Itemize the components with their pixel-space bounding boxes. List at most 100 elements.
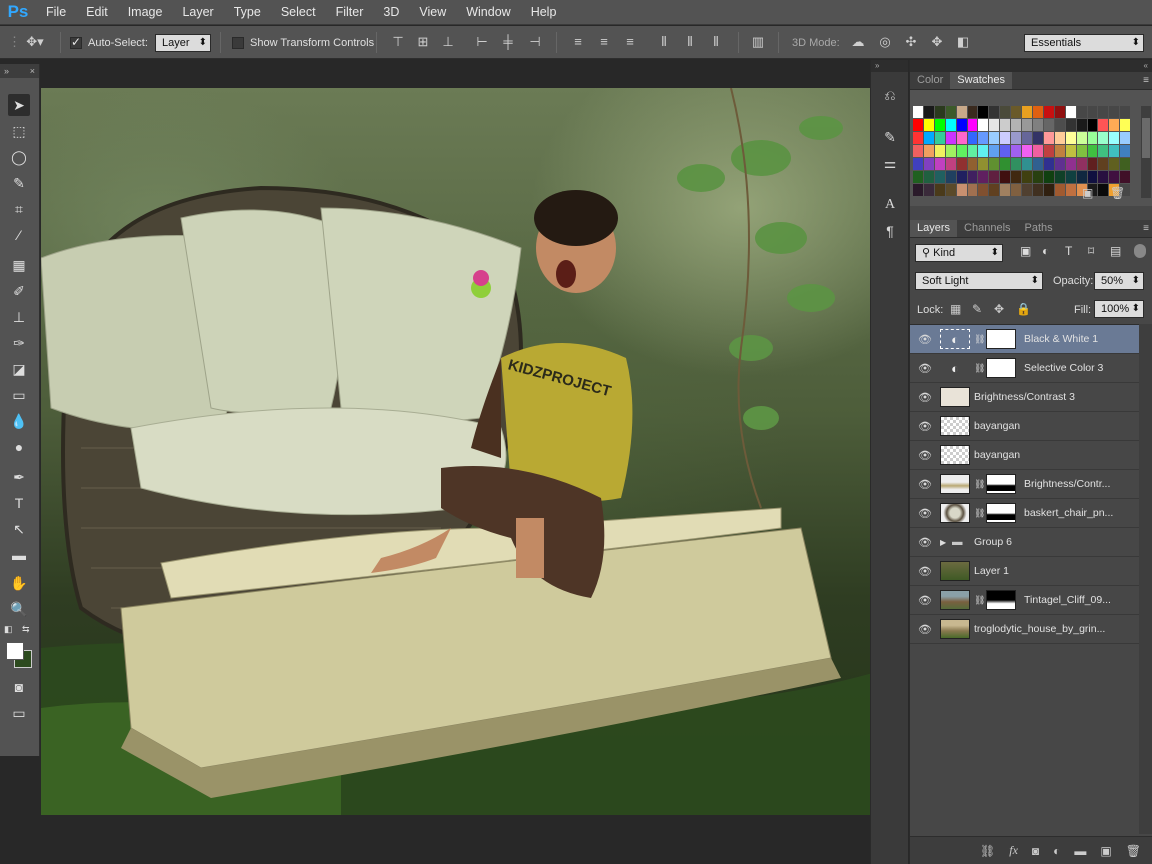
- swatch[interactable]: [967, 184, 978, 196]
- swatch[interactable]: [1011, 119, 1022, 131]
- swatch[interactable]: [956, 145, 967, 157]
- layer-mask-thumbnail[interactable]: [986, 358, 1016, 378]
- workspace-dropdown[interactable]: Essentials: [1024, 33, 1144, 52]
- swatch[interactable]: [1032, 171, 1043, 183]
- new-group-icon[interactable]: ▬: [1074, 844, 1086, 858]
- brush-presets-icon[interactable]: ✎: [878, 126, 902, 148]
- layer-row[interactable]: 👁 ⛓ Tintagel_Cliff_09...: [910, 586, 1139, 615]
- new-layer-icon[interactable]: ▣: [1100, 844, 1111, 858]
- distribute-hcenter-icon[interactable]: ⦀: [682, 34, 698, 50]
- tab-layers[interactable]: Layers: [910, 220, 958, 237]
- visibility-eye-icon[interactable]: 👁: [910, 478, 940, 491]
- layer-name[interactable]: Layer 1: [974, 565, 1009, 577]
- swatch[interactable]: [934, 158, 945, 170]
- swatch[interactable]: [1043, 145, 1054, 157]
- zoom-tool-icon[interactable]: 🔍: [8, 598, 30, 620]
- swatch[interactable]: [913, 106, 923, 118]
- swatch[interactable]: [1043, 184, 1054, 196]
- history-panel-icon[interactable]: ⎌: [878, 84, 902, 106]
- auto-select-checkbox[interactable]: [70, 35, 82, 49]
- swatch[interactable]: [989, 184, 1000, 196]
- blend-mode-dropdown[interactable]: Soft Light: [915, 272, 1043, 290]
- swatch[interactable]: [1120, 145, 1131, 157]
- menu-image[interactable]: Image: [118, 0, 173, 25]
- tab-swatches[interactable]: Swatches: [950, 72, 1012, 89]
- swatch[interactable]: [1065, 119, 1076, 131]
- add-mask-icon[interactable]: ◙: [1032, 844, 1039, 858]
- distribute-right-icon[interactable]: ⦀: [708, 34, 724, 50]
- visibility-eye-icon[interactable]: 👁: [910, 391, 940, 404]
- swatch[interactable]: [1065, 106, 1076, 118]
- swatch[interactable]: [1076, 145, 1087, 157]
- swatch[interactable]: [1109, 106, 1120, 118]
- swatch[interactable]: [956, 119, 967, 131]
- lock-transparency-icon[interactable]: ▦: [950, 302, 961, 316]
- swatch[interactable]: [956, 132, 967, 144]
- auto-align-icon[interactable]: ▥: [750, 34, 766, 50]
- default-colors-icon[interactable]: ◧: [4, 624, 13, 635]
- mask-link-icon[interactable]: ⛓: [974, 595, 985, 606]
- crop-tool-icon[interactable]: ⌗: [8, 198, 30, 220]
- swatch[interactable]: [913, 119, 923, 131]
- mask-link-icon[interactable]: ⛓: [974, 334, 985, 345]
- 3d-slide-icon[interactable]: ✥: [929, 34, 945, 50]
- swatch[interactable]: [989, 106, 1000, 118]
- swatch[interactable]: [1098, 158, 1109, 170]
- visibility-eye-icon[interactable]: 👁: [910, 536, 940, 549]
- swatch[interactable]: [1098, 171, 1109, 183]
- swatch[interactable]: [1043, 119, 1054, 131]
- swatch[interactable]: [978, 132, 989, 144]
- panel-menu-icon[interactable]: ≡: [1143, 75, 1149, 86]
- brush-tool-icon[interactable]: ✐: [8, 280, 30, 302]
- swatch[interactable]: [1032, 145, 1043, 157]
- swatch[interactable]: [913, 132, 923, 144]
- layer-row[interactable]: 👁 troglodytic_house_by_grin...: [910, 615, 1139, 644]
- swatch[interactable]: [1109, 171, 1120, 183]
- tab-paths[interactable]: Paths: [1018, 220, 1060, 237]
- swatch[interactable]: [1011, 158, 1022, 170]
- menu-filter[interactable]: Filter: [326, 0, 374, 25]
- menu-select[interactable]: Select: [271, 0, 326, 25]
- 3d-pan-icon[interactable]: ✣: [903, 34, 919, 50]
- swatch[interactable]: [989, 171, 1000, 183]
- swatch[interactable]: [1054, 132, 1065, 144]
- blur-tool-icon[interactable]: 💧: [8, 410, 30, 432]
- swatch[interactable]: [1043, 132, 1054, 144]
- expand-group-icon[interactable]: ▶: [940, 538, 952, 547]
- swatch[interactable]: [1065, 158, 1076, 170]
- type-tool-icon[interactable]: T: [8, 492, 30, 514]
- character-panel-icon[interactable]: A: [878, 194, 902, 216]
- swatch[interactable]: [967, 106, 978, 118]
- menu-type[interactable]: Type: [224, 0, 271, 25]
- filter-toggle-switch[interactable]: [1134, 244, 1146, 258]
- distribute-bottom-icon[interactable]: ≡: [622, 34, 638, 50]
- delete-swatch-icon[interactable]: 🗑: [1110, 186, 1125, 200]
- marquee-tool-icon[interactable]: ⬚: [8, 120, 30, 142]
- swatch[interactable]: [967, 145, 978, 157]
- 3d-scale-icon[interactable]: ◧: [955, 34, 971, 50]
- side-dock-header[interactable]: »: [871, 60, 908, 72]
- distribute-top-icon[interactable]: ≡: [570, 34, 586, 50]
- menu-help[interactable]: Help: [521, 0, 567, 25]
- filter-adjustment-icon[interactable]: ◐: [1042, 244, 1049, 258]
- swatch[interactable]: [1000, 145, 1011, 157]
- swatch[interactable]: [945, 119, 956, 131]
- layer-row[interactable]: 👁 Layer 1: [910, 557, 1139, 586]
- swatch[interactable]: [1011, 106, 1022, 118]
- layer-name[interactable]: Brightness/Contrast 3: [974, 391, 1075, 403]
- swatch[interactable]: [1098, 132, 1109, 144]
- swatch[interactable]: [989, 132, 1000, 144]
- layer-mask-thumbnail[interactable]: [986, 329, 1016, 349]
- swatch[interactable]: [1011, 132, 1022, 144]
- swatch[interactable]: [1120, 106, 1131, 118]
- close-icon[interactable]: ×: [30, 64, 35, 78]
- swatch[interactable]: [934, 119, 945, 131]
- layer-mask-thumbnail[interactable]: [986, 474, 1016, 494]
- layer-name[interactable]: baskert_chair_pn...: [1024, 507, 1113, 519]
- adjustments-panel-icon[interactable]: ⚌: [878, 152, 902, 174]
- swatch[interactable]: [978, 119, 989, 131]
- swatch[interactable]: [945, 171, 956, 183]
- swatch[interactable]: [1011, 184, 1022, 196]
- swatch[interactable]: [1054, 119, 1065, 131]
- swatch[interactable]: [913, 158, 923, 170]
